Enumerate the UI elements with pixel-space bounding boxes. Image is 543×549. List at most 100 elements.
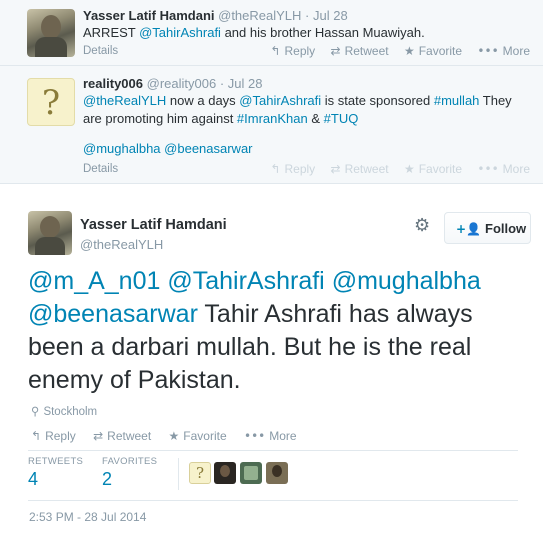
retweets-label: RETWEETS [28, 456, 84, 467]
location-pin-icon: ⚲ [31, 404, 40, 418]
reply-arrow-icon: ↰ [270, 44, 281, 58]
details-link[interactable]: Details [83, 45, 118, 57]
mention-link[interactable]: @TahirAshrafi [239, 93, 321, 108]
hashtag-link[interactable]: #mullah [434, 93, 480, 108]
text-segment: now a days [166, 93, 240, 108]
reply-tweet-2[interactable]: ? reality006 @reality006 · Jul 28 @theRe… [0, 66, 543, 184]
mention-link[interactable]: @beenasarwar [28, 300, 198, 328]
location-label: Stockholm [43, 406, 98, 418]
reply-arrow-icon: ↰ [270, 162, 281, 176]
more-label: More [269, 429, 297, 443]
divider [178, 458, 179, 490]
star-icon: ★ [403, 162, 415, 176]
favorite-button[interactable]: ★ Favorite [404, 162, 462, 176]
retweets-stat[interactable]: RETWEETS 4 [28, 456, 83, 490]
tweet-header: reality006 @reality006 · Jul 28 [83, 76, 262, 91]
author-handle[interactable]: @reality006 [147, 76, 217, 91]
author-name[interactable]: Yasser Latif Hamdani [83, 8, 215, 23]
favorite-button[interactable]: ★ Favorite [404, 44, 462, 58]
more-button[interactable]: ••• More [477, 44, 530, 58]
favorites-label: FAVORITES [102, 456, 158, 467]
gear-icon[interactable]: ⚙ [414, 215, 430, 236]
favorite-button[interactable]: ★ Favorite [169, 429, 227, 443]
tweet-text: @theRealYLH now a days @TahirAshrafi is … [83, 92, 523, 128]
mention-link[interactable]: @TahirAshrafi [139, 25, 221, 40]
retweet-label: Retweet [107, 429, 152, 443]
retweet-label: Retweet [344, 162, 389, 176]
more-label: More [502, 162, 530, 176]
favoriter-avatar[interactable] [214, 462, 236, 484]
tweet-location[interactable]: ⚲ Stockholm [31, 404, 97, 418]
retweet-button[interactable]: ⇄ Retweet [93, 429, 151, 443]
reply-tweet-1[interactable]: Yasser Latif Hamdani @theRealYLH · Jul 2… [0, 0, 543, 66]
favoriter-avatar[interactable] [266, 462, 288, 484]
tweet-timestamp[interactable]: 2:53 PM - 28 Jul 2014 [29, 510, 146, 524]
reply-label: Reply [45, 429, 76, 443]
avatar[interactable]: ? [27, 78, 75, 126]
more-button[interactable]: ••• More [244, 429, 297, 443]
text-segment: ARREST [83, 25, 140, 40]
tweet-actions: ↰ Reply ⇄ Retweet ★ Favorite ••• More [258, 44, 530, 58]
ellipsis-icon: ••• [477, 44, 499, 58]
retweet-icon: ⇄ [330, 44, 341, 58]
tweet-text-mentions: @mughalbha @beenasarwar [83, 140, 523, 158]
retweet-button[interactable]: ⇄ Retweet [331, 162, 389, 176]
reply-arrow-icon: ↰ [31, 429, 42, 443]
tweet-actions: ↰ Reply ⇄ Retweet ★ Favorite ••• More [31, 429, 311, 443]
mention-link[interactable]: @TahirAshrafi [167, 267, 324, 295]
tweet-time[interactable]: · Jul 28 [305, 8, 348, 23]
reply-label: Reply [284, 162, 316, 176]
tweet-text: ARREST @TahirAshrafi and his brother Has… [83, 24, 523, 42]
hashtag-link[interactable]: #TUQ [324, 111, 359, 126]
divider [28, 450, 518, 451]
text-segment: and his brother Hassan Muawiyah. [220, 25, 425, 40]
tweet-header: Yasser Latif Hamdani @theRealYLH · Jul 2… [83, 8, 348, 23]
ellipsis-icon: ••• [477, 162, 499, 176]
text-segment: & [307, 111, 324, 126]
reply-button[interactable]: ↰ Reply [270, 44, 315, 58]
favorite-label: Favorite [418, 162, 463, 176]
main-tweet-text: @m_A_n01 @TahirAshrafi @mughalbha @beena… [28, 265, 523, 397]
author-name[interactable]: reality006 [83, 76, 143, 91]
retweet-icon: ⇄ [93, 429, 104, 443]
question-mark-icon: ? [195, 464, 205, 482]
author-handle[interactable]: @theRealYLH [218, 8, 301, 23]
more-label: More [502, 44, 530, 58]
follow-button[interactable]: +👤 Follow [444, 212, 531, 244]
ellipsis-icon: ••• [244, 429, 266, 443]
retweet-icon: ⇄ [330, 162, 341, 176]
mention-link[interactable]: @m_A_n01 [28, 267, 160, 295]
follow-label: Follow [485, 221, 527, 236]
favorites-count[interactable]: 2 [102, 469, 157, 490]
reply-button[interactable]: ↰ Reply [31, 429, 76, 443]
mention-link[interactable]: @mughalbha [83, 141, 161, 156]
mention-link[interactable]: @mughalbha [332, 267, 481, 295]
star-icon: ★ [168, 429, 180, 443]
favorites-stat[interactable]: FAVORITES 2 [102, 456, 157, 490]
avatar[interactable] [27, 9, 75, 57]
reply-button[interactable]: ↰ Reply [270, 162, 315, 176]
mention-link[interactable]: @theRealYLH [83, 93, 166, 108]
avatar[interactable] [28, 211, 72, 255]
question-mark-icon: ? [41, 83, 61, 123]
retweets-count[interactable]: 4 [28, 469, 83, 490]
add-user-icon: +👤 [456, 222, 481, 236]
author-handle[interactable]: @theRealYLH [80, 237, 163, 252]
favorite-label: Favorite [418, 44, 463, 58]
star-icon: ★ [403, 44, 415, 58]
divider [28, 500, 518, 501]
mention-link[interactable]: @beenasarwar [164, 141, 252, 156]
text-segment: is state sponsored [321, 93, 434, 108]
details-link[interactable]: Details [83, 163, 118, 175]
tweet-time[interactable]: · Jul 28 [220, 76, 263, 91]
favoriter-avatar[interactable]: ? [189, 462, 211, 484]
favorite-label: Favorite [183, 429, 227, 443]
tweet-actions: ↰ Reply ⇄ Retweet ★ Favorite ••• More [258, 162, 530, 176]
retweet-button[interactable]: ⇄ Retweet [331, 44, 389, 58]
more-button[interactable]: ••• More [477, 162, 530, 176]
reply-label: Reply [284, 44, 316, 58]
hashtag-link[interactable]: #ImranKhan [237, 111, 308, 126]
favoriter-avatar[interactable] [240, 462, 262, 484]
retweet-label: Retweet [344, 44, 389, 58]
author-name[interactable]: Yasser Latif Hamdani [80, 217, 227, 233]
